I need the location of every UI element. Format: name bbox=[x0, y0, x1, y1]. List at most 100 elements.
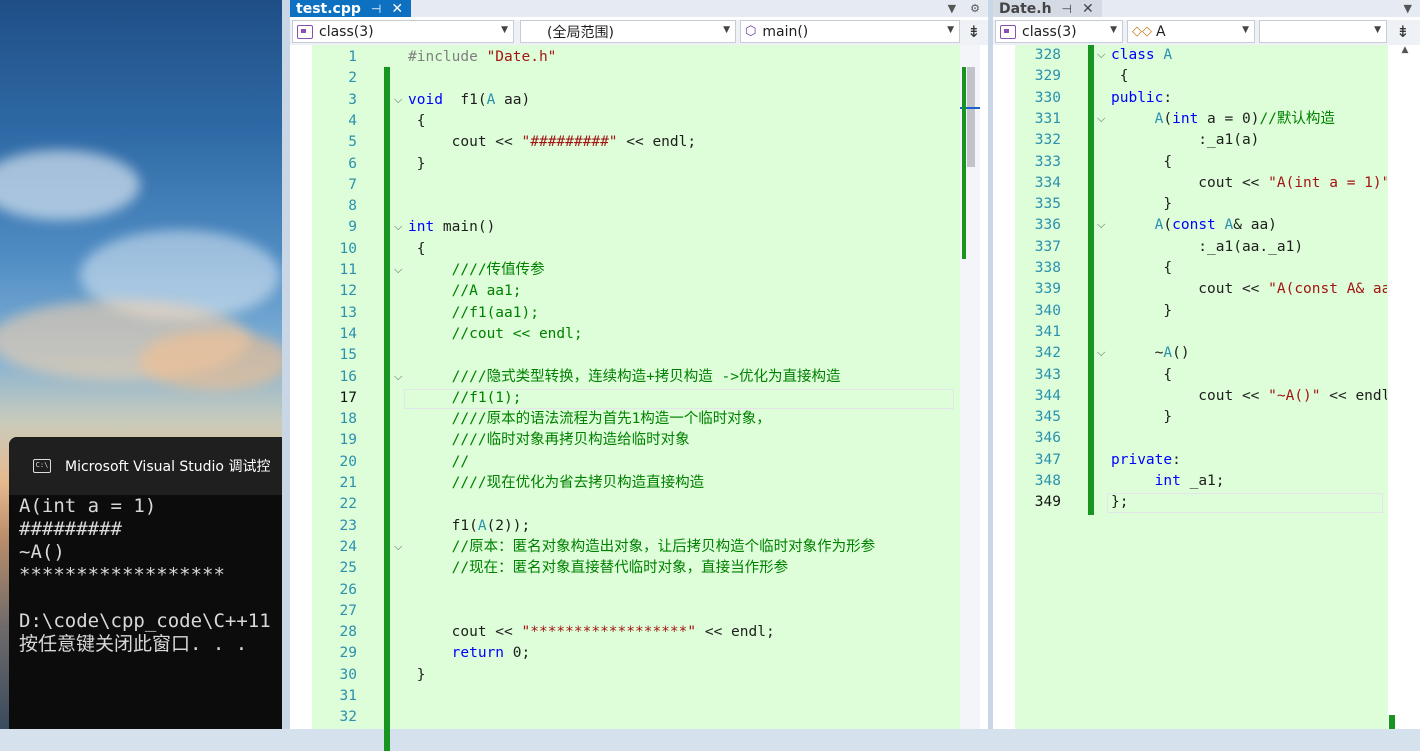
code-line[interactable]: void f1(A aa) bbox=[408, 90, 530, 111]
line-number: 330 bbox=[1034, 89, 1061, 106]
code-line[interactable]: //原本：匿名对象构造出对象，让后拷贝构造个临时对象作为形参 bbox=[408, 537, 875, 558]
line-number: 12 bbox=[339, 283, 357, 300]
line-number: 344 bbox=[1034, 387, 1061, 404]
pin-icon[interactable]: ⊣ bbox=[1062, 2, 1072, 16]
code-line[interactable]: { bbox=[1111, 152, 1172, 173]
class-dropdown[interactable]: ◇◇ A ▼ bbox=[1127, 20, 1255, 43]
fold-toggle-icon[interactable]: ⌵ bbox=[1097, 218, 1105, 232]
vertical-scrollbar[interactable]: ▲ bbox=[1389, 45, 1415, 729]
tab-test-cpp[interactable]: test.cpp ⊣ ✕ bbox=[290, 0, 412, 17]
code-line[interactable]: class A bbox=[1111, 45, 1172, 66]
tab-label: Date.h bbox=[999, 0, 1052, 17]
split-view-icon[interactable]: ⇟ bbox=[1391, 20, 1415, 43]
line-number: 345 bbox=[1034, 409, 1061, 426]
fold-toggle-icon[interactable]: ⌵ bbox=[1097, 112, 1105, 126]
fold-toggle-icon[interactable]: ⌵ bbox=[394, 370, 402, 384]
code-line[interactable]: int main() bbox=[408, 217, 495, 238]
project-scope-label: class(3) bbox=[1022, 23, 1077, 40]
code-line[interactable]: :_a1(aa._a1) bbox=[1111, 237, 1303, 258]
code-line[interactable]: // bbox=[408, 452, 469, 473]
global-scope-dropdown[interactable]: (全局范围) ▼ bbox=[520, 20, 736, 43]
tab-list-dropdown-icon[interactable]: ▼ bbox=[1404, 2, 1412, 15]
close-icon[interactable]: ✕ bbox=[391, 1, 403, 17]
fold-toggle-icon[interactable]: ⌵ bbox=[394, 263, 402, 277]
fold-toggle-icon[interactable]: ⌵ bbox=[1097, 346, 1105, 360]
split-view-icon[interactable]: ⇟ bbox=[962, 20, 986, 43]
member-dropdown[interactable]: ▼ bbox=[1259, 20, 1387, 43]
fold-toggle-icon[interactable]: ⌵ bbox=[394, 93, 402, 107]
pin-icon[interactable]: ⊣ bbox=[371, 2, 381, 16]
line-number: 1 bbox=[348, 49, 357, 65]
code-editor-left[interactable]: 1 #include "Date.h" 2 3 void f1(A aa) 4 {5 co… bbox=[290, 45, 988, 751]
line-number: 22 bbox=[339, 496, 357, 513]
project-scope-dropdown[interactable]: class(3) ▼ bbox=[995, 20, 1123, 43]
fold-toggle-icon[interactable]: ⌵ bbox=[394, 540, 402, 554]
tab-date-h[interactable]: Date.h ⊣ ✕ bbox=[993, 0, 1102, 17]
member-label: main() bbox=[762, 23, 809, 40]
code-line[interactable]: { bbox=[1111, 258, 1172, 279]
code-line[interactable]: } bbox=[1111, 301, 1172, 322]
code-line[interactable]: #include "Date.h" bbox=[408, 47, 556, 68]
code-line[interactable]: }; bbox=[1111, 492, 1128, 513]
code-line[interactable]: ////隐式类型转换，连续构造+拷贝构造 ->优化为直接构造 bbox=[408, 367, 841, 388]
global-scope-label: (全局范围) bbox=[547, 24, 614, 41]
code-line[interactable]: } bbox=[408, 154, 426, 175]
console-titlebar[interactable]: C:\ Microsoft Visual Studio 调试控 bbox=[9, 437, 282, 495]
project-scope-dropdown[interactable]: class(3) ▼ bbox=[292, 20, 514, 43]
code-line[interactable]: cout << "~A()" << endl; bbox=[1111, 386, 1387, 407]
code-line[interactable]: //f1(1); bbox=[408, 388, 522, 409]
code-line[interactable]: cout << "#########" << endl; bbox=[408, 132, 696, 153]
code-line[interactable]: A(int a = 0)//默认构造 bbox=[1111, 109, 1335, 130]
code-line[interactable]: private: bbox=[1111, 450, 1181, 471]
code-line[interactable]: //f1(aa1); bbox=[408, 303, 539, 324]
debug-console-window[interactable]: C:\ Microsoft Visual Studio 调试控 A(int a … bbox=[9, 437, 282, 729]
close-icon[interactable]: ✕ bbox=[1082, 1, 1094, 17]
code-line[interactable]: int _a1; bbox=[1111, 471, 1225, 492]
code-line[interactable]: //现在：匿名对象直接替代临时对象，直接当作形参 bbox=[408, 558, 788, 579]
code-line[interactable]: ////传值传参 bbox=[408, 260, 545, 281]
code-line[interactable]: return 0; bbox=[408, 643, 531, 664]
chevron-down-icon: ▼ bbox=[947, 25, 954, 35]
code-editor-right[interactable]: 328 class A 329 {330 public: 331 A(int a = 0… bbox=[993, 45, 1420, 729]
code-line[interactable]: ////原本的语法流程为首先1构造一个临时对象， bbox=[408, 409, 771, 430]
splitter bbox=[282, 0, 290, 729]
code-line[interactable]: } bbox=[1111, 407, 1172, 428]
code-line[interactable]: { bbox=[1111, 66, 1129, 87]
code-line[interactable]: } bbox=[408, 665, 426, 686]
code-line[interactable]: { bbox=[1111, 365, 1172, 386]
console-line: ~A() bbox=[19, 541, 65, 563]
line-number: 24 bbox=[339, 538, 357, 555]
line-number: 20 bbox=[339, 453, 357, 470]
fold-toggle-icon[interactable]: ⌵ bbox=[394, 220, 402, 234]
console-line: A(int a = 1) bbox=[19, 495, 157, 517]
fold-toggle-icon[interactable]: ⌵ bbox=[1097, 48, 1105, 62]
line-number: 15 bbox=[339, 347, 357, 364]
member-dropdown[interactable]: ⬡ main() ▼ bbox=[740, 20, 960, 43]
code-line[interactable]: :_a1(a) bbox=[1111, 130, 1259, 151]
code-line[interactable]: cout << "A(const A& aa)" bbox=[1111, 279, 1387, 300]
code-line[interactable]: f1(A(2)); bbox=[408, 516, 531, 537]
scroll-up-icon[interactable]: ▲ bbox=[1395, 45, 1415, 59]
code-line[interactable]: ~A() bbox=[1111, 343, 1190, 364]
scrollbar-thumb[interactable] bbox=[967, 67, 975, 167]
code-line[interactable]: //cout << endl; bbox=[408, 324, 583, 345]
code-line[interactable]: A(const A& aa) bbox=[1111, 215, 1277, 236]
gear-icon[interactable]: ⚙ bbox=[970, 2, 980, 15]
code-line[interactable]: ////现在优化为省去拷贝构造直接构造 bbox=[408, 473, 704, 494]
line-number: 346 bbox=[1034, 430, 1061, 447]
vertical-scrollbar[interactable] bbox=[960, 45, 980, 729]
line-number: 337 bbox=[1034, 238, 1061, 255]
code-line[interactable]: cout << "******************" << endl; bbox=[408, 622, 775, 643]
console-line: ######### bbox=[19, 518, 122, 540]
code-line[interactable]: public: bbox=[1111, 88, 1172, 109]
code-line[interactable]: { bbox=[408, 239, 426, 260]
code-line[interactable]: ////临时对象再拷贝构造给临时对象 bbox=[408, 430, 690, 451]
code-line[interactable]: cout << "A(int a = 1)" < bbox=[1111, 173, 1387, 194]
line-number: 5 bbox=[348, 134, 357, 151]
tab-list-dropdown-icon[interactable]: ▼ bbox=[948, 2, 956, 15]
line-number: 2 bbox=[348, 70, 357, 87]
code-line[interactable]: //A aa1; bbox=[408, 281, 522, 302]
code-line[interactable]: } bbox=[1111, 194, 1172, 215]
console-line: D:\code\cpp_code\C++11 bbox=[19, 610, 271, 632]
code-line[interactable]: { bbox=[408, 111, 426, 132]
